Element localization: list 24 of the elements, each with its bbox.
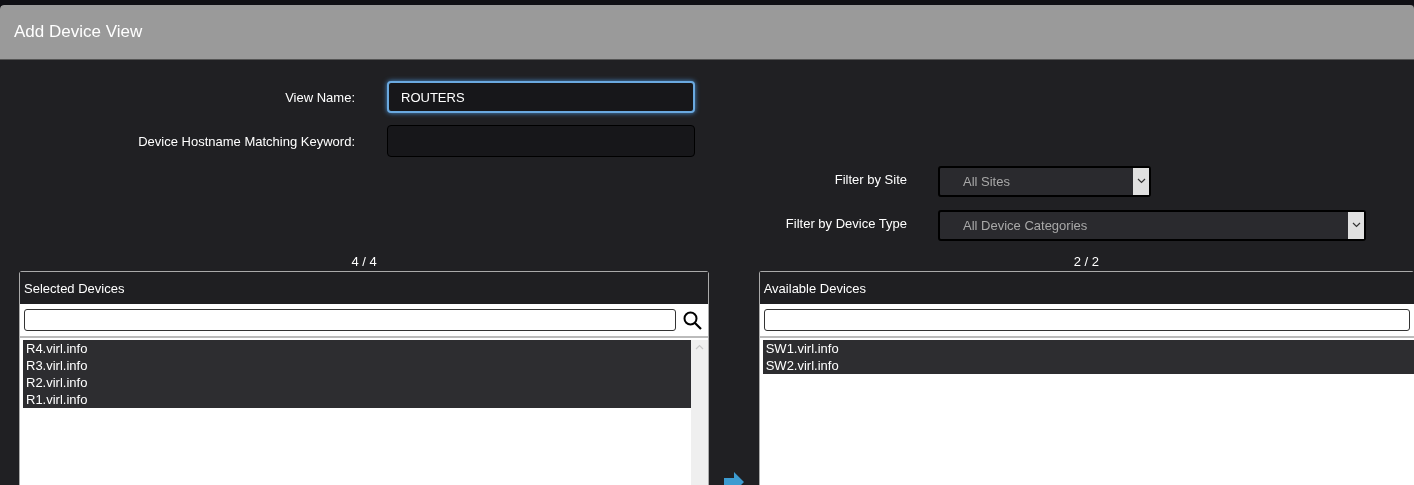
dialog-title: Add Device View	[14, 22, 143, 42]
panel-title: Available Devices	[763, 280, 867, 296]
filter-label: Filter by Device Type	[784, 215, 907, 231]
list-item[interactable]: R1.virl.info	[23, 391, 692, 408]
search-icon[interactable]	[682, 310, 702, 330]
item-count: 4 / 4	[350, 253, 378, 271]
field-label: Device Hostname Matching Keyword:	[137, 133, 355, 149]
search-field[interactable]	[763, 309, 1410, 331]
chevron-down-icon	[1136, 178, 1146, 184]
chevron-down-icon	[1351, 222, 1361, 228]
item-count: 2 / 2	[1072, 253, 1100, 271]
panel-title: Selected Devices	[24, 280, 125, 296]
dropdown[interactable]: All Sites	[938, 165, 1151, 197]
search-field[interactable]	[24, 309, 677, 331]
list-item[interactable]: SW2.virl.info	[762, 357, 1414, 374]
list-item[interactable]: R4.virl.info	[23, 340, 692, 357]
list-item[interactable]: R2.virl.info	[23, 374, 692, 391]
text-field[interactable]: ROUTERS	[387, 81, 695, 113]
list-item[interactable]: R3.virl.info	[23, 357, 692, 374]
text-field[interactable]	[387, 125, 695, 157]
dropdown[interactable]: All Device Categories	[938, 209, 1366, 241]
field-label: View Name:	[284, 89, 355, 105]
list-item[interactable]: SW1.virl.info	[762, 340, 1414, 357]
filter-label: Filter by Site	[833, 171, 907, 187]
